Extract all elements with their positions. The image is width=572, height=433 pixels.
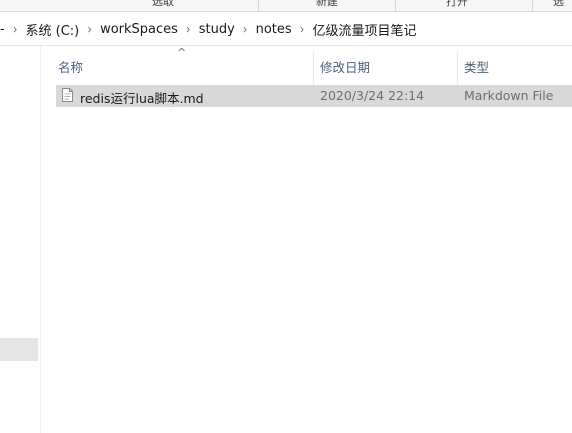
- breadcrumb-notes[interactable]: notes: [252, 22, 296, 37]
- column-divider[interactable]: [457, 52, 458, 84]
- chevron-right-icon[interactable]: ›: [83, 21, 96, 36]
- ribbon-divider: [532, 0, 533, 11]
- navigation-pane[interactable]: [0, 46, 41, 433]
- column-header-name[interactable]: 名称: [58, 57, 83, 76]
- chevron-right-icon[interactable]: ›: [9, 21, 22, 36]
- chevron-right-icon[interactable]: ›: [296, 21, 309, 36]
- ribbon-divider: [395, 0, 396, 11]
- ribbon-label-select-partial[interactable]: 选: [553, 0, 564, 9]
- breadcrumb-current-folder[interactable]: 亿级流量项目笔记: [308, 20, 420, 39]
- column-divider[interactable]: [313, 52, 314, 84]
- chevron-right-icon[interactable]: ›: [182, 21, 195, 36]
- file-type: Markdown File: [464, 88, 554, 103]
- ribbon-strip: 选取 新建 打开 选: [0, 0, 572, 12]
- file-name[interactable]: redis运行lua脚本.md: [80, 88, 204, 107]
- breadcrumb-drive-c[interactable]: 系统 (C:): [22, 20, 84, 39]
- ribbon-label-select[interactable]: 选取: [152, 0, 174, 9]
- column-header-type[interactable]: 类型: [464, 57, 489, 76]
- breadcrumb-workspaces[interactable]: workSpaces: [96, 22, 182, 37]
- breadcrumb: - › 系统 (C:) › workSpaces › study › notes…: [0, 20, 421, 38]
- ribbon-label-new[interactable]: 新建: [316, 0, 338, 9]
- sort-ascending-icon: ^: [177, 46, 187, 59]
- ribbon-divider: [258, 0, 259, 11]
- chevron-right-icon[interactable]: ›: [239, 21, 252, 36]
- breadcrumb-study[interactable]: study: [195, 22, 239, 37]
- column-headers: ^ 名称 修改日期 类型: [41, 46, 572, 84]
- file-row[interactable]: redis运行lua脚本.md 2020/3/24 22:14 Markdown…: [56, 85, 572, 107]
- breadcrumb-partial[interactable]: -: [0, 22, 9, 37]
- address-bar[interactable]: - › 系统 (C:) › workSpaces › study › notes…: [0, 12, 572, 46]
- markdown-file-icon: [62, 88, 73, 102]
- column-header-date[interactable]: 修改日期: [320, 57, 370, 76]
- file-modified-date: 2020/3/24 22:14: [320, 88, 425, 103]
- ribbon-label-open[interactable]: 打开: [446, 0, 468, 9]
- nav-selected-item[interactable]: [0, 338, 38, 361]
